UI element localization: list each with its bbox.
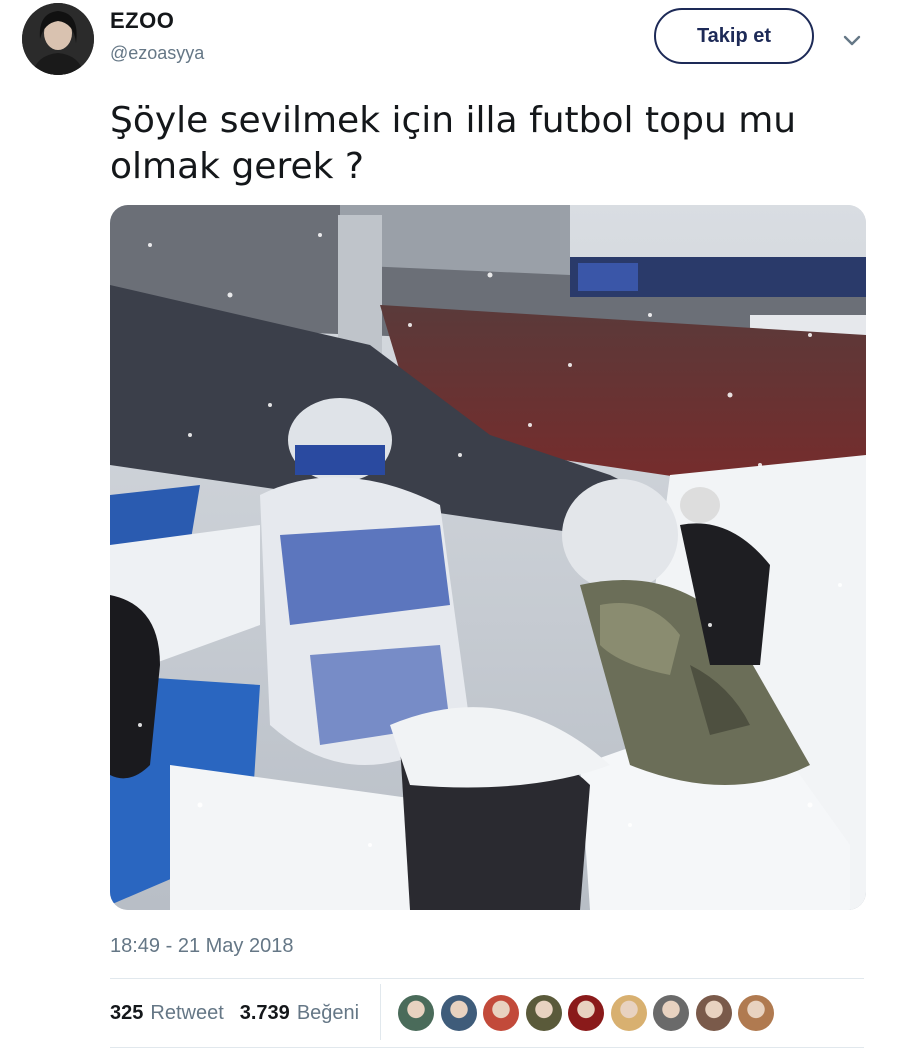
tweet-stats: 325 Retweet 3.739 Beğeni (110, 1000, 359, 1026)
tweet-text: Şöyle sevilmek için illa futbol topu mu … (110, 98, 850, 190)
like-label[interactable]: Beğeni (297, 1002, 359, 1025)
chevron-down-icon[interactable] (838, 26, 866, 54)
display-name[interactable]: EZOO (110, 8, 174, 34)
liker-avatars (398, 995, 781, 1031)
tweet-photo[interactable] (110, 205, 866, 910)
tweet-timestamp[interactable]: 18:49 - 21 May 2018 (110, 935, 293, 958)
divider (110, 1047, 864, 1048)
liker-avatar[interactable] (568, 995, 604, 1031)
avatar[interactable] (22, 3, 94, 75)
tweet: EZOO @ezoasyya Takip et Şöyle sevilmek i… (0, 0, 900, 1050)
liker-avatar[interactable] (525, 995, 562, 1031)
stats-separator (380, 984, 381, 1040)
user-handle[interactable]: @ezoasyya (110, 43, 204, 64)
liker-avatar[interactable] (483, 995, 519, 1031)
divider (110, 978, 864, 979)
liker-avatar[interactable] (398, 995, 434, 1031)
liker-avatar[interactable] (653, 995, 689, 1031)
liker-avatar[interactable] (695, 995, 732, 1031)
tweet-text-line: olmak gerek ? (110, 146, 365, 187)
liker-avatar[interactable] (610, 995, 647, 1031)
retweet-count[interactable]: 325 (110, 1002, 143, 1025)
profile-photo-icon (22, 3, 94, 75)
retweet-label[interactable]: Retweet (150, 1002, 223, 1025)
follow-button[interactable]: Takip et (654, 8, 814, 64)
stadium-snow-photo (110, 205, 866, 910)
liker-avatar[interactable] (738, 995, 774, 1031)
liker-avatar[interactable] (440, 995, 477, 1031)
tweet-text-line: Şöyle sevilmek için illa futbol topu mu (110, 100, 797, 141)
like-count[interactable]: 3.739 (240, 1002, 290, 1025)
